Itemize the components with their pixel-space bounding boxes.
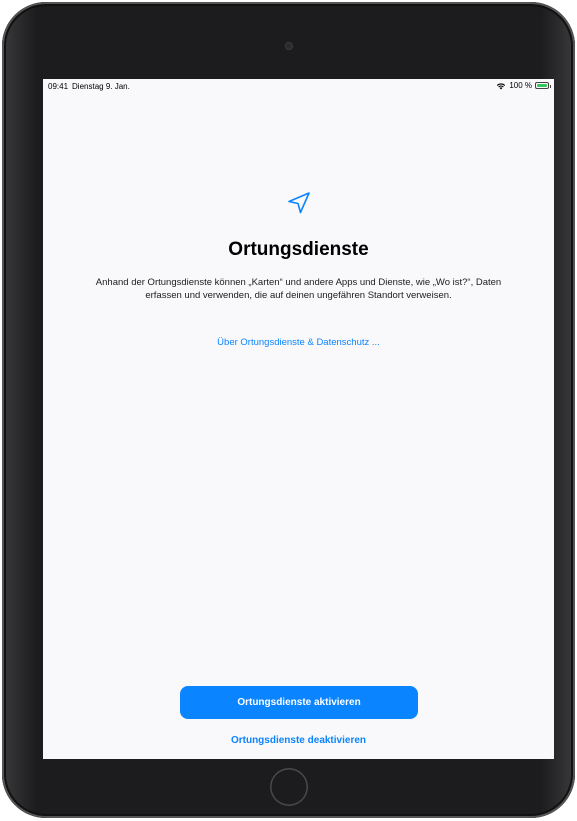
front-camera [285,42,293,50]
description-text: Anhand der Ortungsdienste können „Karten… [95,277,502,301]
status-date: Dienstag 9. Jan. [72,82,130,91]
battery-icon [535,82,551,89]
page-title: Ortungsdienste [228,239,369,260]
enable-location-button[interactable]: Ortungsdienste aktivieren [180,686,418,719]
home-button[interactable] [270,768,308,806]
disable-location-link[interactable]: Ortungsdienste deaktivieren [43,735,554,746]
status-bar: 09:41 Dienstag 9. Jan. 100 % [43,79,554,93]
enable-location-button-label: Ortungsdienste aktivieren [237,697,361,708]
wifi-icon [496,82,506,90]
status-left: 09:41 Dienstag 9. Jan. [48,82,134,91]
location-arrow-icon [288,192,310,214]
screen: 09:41 Dienstag 9. Jan. 100 % Ortungsdien… [43,79,554,759]
battery-fill [537,84,547,87]
status-right: 100 % [496,81,551,90]
battery-percent: 100 % [509,81,532,90]
status-time: 09:41 [48,82,69,91]
ipad-device-frame: 09:41 Dienstag 9. Jan. 100 % Ortungsdien… [2,2,575,818]
privacy-info-link[interactable]: Über Ortungsdienste & Datenschutz ... [43,337,554,348]
